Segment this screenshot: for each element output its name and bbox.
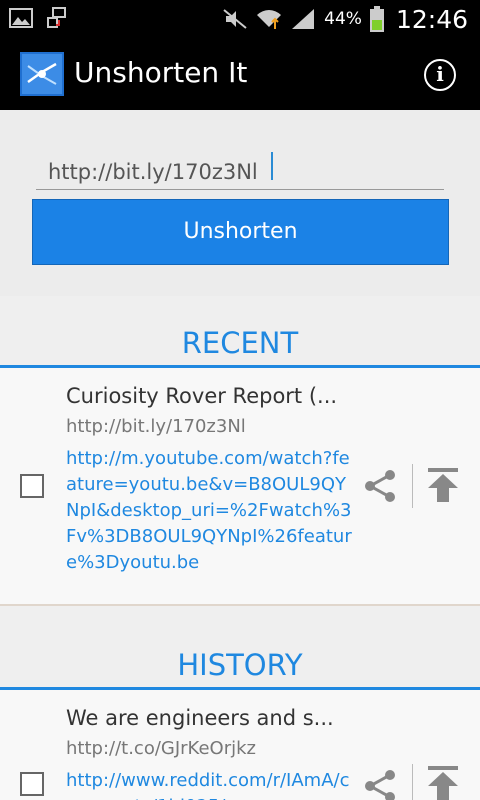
action-bar: Unshorten It i [0, 38, 480, 110]
recent-section-header: RECENT [0, 296, 480, 368]
text-caret [271, 152, 273, 180]
info-icon: i [436, 62, 444, 86]
history-item-title: We are engineers and s... [66, 706, 334, 730]
recent-item-checkbox[interactable] [20, 474, 44, 498]
action-divider [412, 764, 413, 800]
recent-title: RECENT [181, 326, 299, 360]
info-button[interactable]: i [424, 59, 456, 91]
history-section-header: HISTORY [0, 618, 480, 690]
recent-list-item[interactable]: Curiosity Rover Report (... http://bit.l… [0, 368, 480, 606]
app-title: Unshorten It [74, 56, 248, 89]
battery-icon [369, 6, 384, 32]
usb-debug-icon [47, 7, 66, 28]
action-divider [412, 464, 413, 508]
battery-percent: 44% [324, 9, 362, 29]
share-icon[interactable] [362, 768, 398, 800]
recent-item-short-url: http://bit.ly/170z3Nl [66, 416, 246, 437]
history-title: HISTORY [177, 648, 303, 682]
upload-arrow-icon[interactable] [426, 766, 460, 800]
share-icon[interactable] [362, 468, 398, 504]
history-item-short-url: http://t.co/GJrKeOrjkz [66, 738, 256, 759]
recent-item-title: Curiosity Rover Report (... [66, 384, 338, 408]
clock: 12:46 [395, 4, 468, 34]
input-area: Unshorten [0, 110, 480, 296]
recent-item-long-url[interactable]: http://m.youtube.com/watch?feature=youtu… [66, 446, 358, 576]
mute-icon [223, 9, 247, 29]
history-item-long-url[interactable]: http://www.reddit.com/r/IAmA/comments/1j… [66, 768, 358, 800]
history-list-item[interactable]: We are engineers and s... http://t.co/GJ… [0, 690, 480, 800]
card-bottom-border [0, 604, 480, 606]
app-logo-icon [20, 52, 64, 96]
status-bar: 44% 12:46 [0, 0, 480, 38]
unshorten-button[interactable]: Unshorten [32, 199, 449, 265]
upload-arrow-icon[interactable] [426, 468, 460, 504]
signal-icon [292, 9, 315, 29]
history-item-checkbox[interactable] [20, 772, 44, 796]
url-input[interactable] [36, 154, 444, 190]
gallery-notification-icon [9, 8, 33, 28]
wifi-icon [257, 10, 282, 29]
